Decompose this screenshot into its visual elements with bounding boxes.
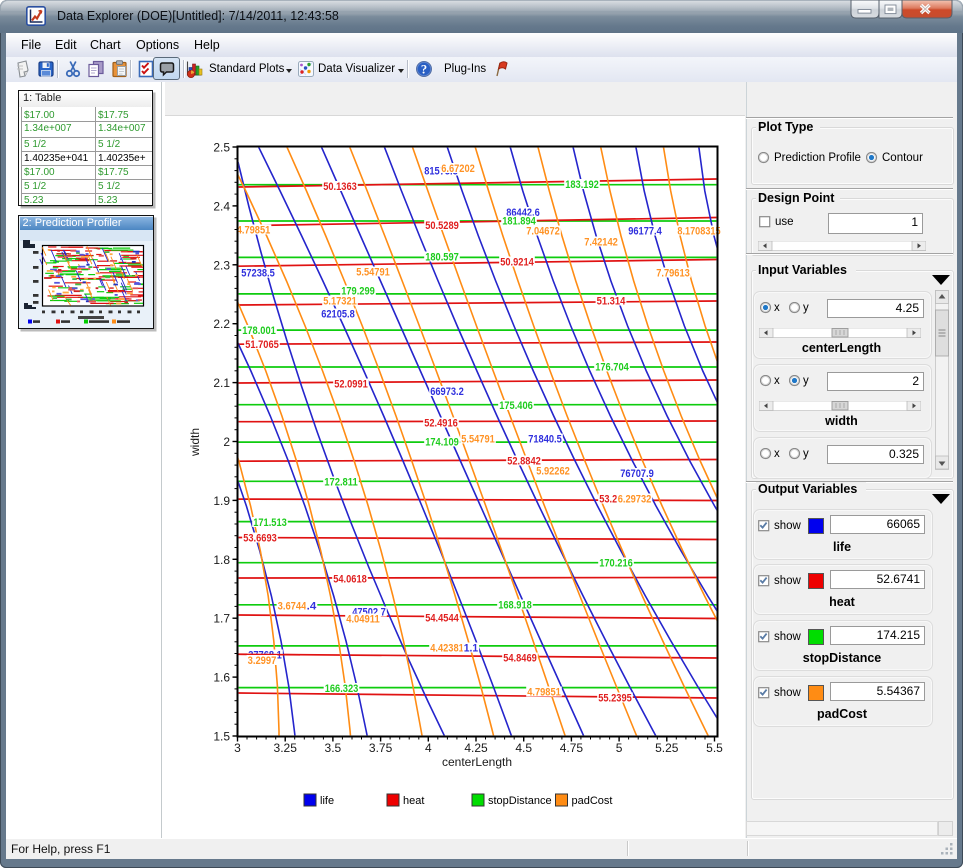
svg-text:7.42142: 7.42142 — [584, 237, 618, 249]
svg-text:.4: .4 — [307, 601, 318, 613]
svg-text:7.79613: 7.79613 — [656, 268, 690, 280]
svg-text:1.6: 1.6 — [213, 671, 230, 685]
svg-text:51.7065: 51.7065 — [245, 339, 279, 351]
svg-text:3: 3 — [234, 741, 241, 755]
svg-text:8.1708315: 8.1708315 — [677, 226, 720, 238]
svg-text:padCost: padCost — [572, 795, 613, 807]
svg-text:4.5: 4.5 — [515, 741, 532, 755]
svg-text:52.0991: 52.0991 — [334, 379, 368, 391]
svg-text:51.314: 51.314 — [597, 296, 627, 308]
svg-text:3.6744: 3.6744 — [278, 601, 308, 613]
svg-text:183.192: 183.192 — [565, 179, 599, 191]
svg-text:66973.2: 66973.2 — [430, 386, 464, 398]
svg-text:4.79851: 4.79851 — [237, 225, 271, 237]
svg-text:stopDistance: stopDistance — [488, 795, 552, 807]
svg-text:?: ? — [421, 63, 427, 77]
svg-text:172.811: 172.811 — [324, 477, 358, 489]
svg-text:1.9: 1.9 — [213, 494, 230, 508]
svg-text:50.9214: 50.9214 — [500, 257, 534, 269]
svg-text:2.2: 2.2 — [213, 317, 230, 331]
svg-text:3.5: 3.5 — [325, 741, 342, 755]
svg-text:2.1: 2.1 — [213, 376, 230, 390]
svg-text:175.406: 175.406 — [499, 400, 533, 412]
svg-text:178.001: 178.001 — [242, 325, 276, 337]
svg-text:170.216: 170.216 — [599, 558, 633, 570]
svg-text:174.109: 174.109 — [425, 437, 459, 449]
svg-text:1.1: 1.1 — [464, 643, 478, 655]
svg-text:57238.5: 57238.5 — [241, 268, 275, 280]
svg-text:centerLength: centerLength — [442, 755, 512, 769]
svg-text:5.54791: 5.54791 — [461, 434, 495, 446]
svg-text:5.25: 5.25 — [655, 741, 679, 755]
svg-text:52.4916: 52.4916 — [424, 418, 458, 430]
svg-text:4.42381: 4.42381 — [430, 643, 464, 655]
svg-text:6.29732: 6.29732 — [618, 494, 652, 506]
svg-text:1.8: 1.8 — [213, 553, 230, 567]
svg-text:5: 5 — [616, 741, 623, 755]
svg-text:2.4: 2.4 — [213, 199, 230, 213]
svg-text:life: life — [320, 795, 334, 807]
svg-text:171.513: 171.513 — [253, 517, 287, 529]
svg-text:54.4544: 54.4544 — [425, 613, 459, 625]
svg-text:2.3: 2.3 — [213, 258, 230, 272]
svg-text:54.0618: 54.0618 — [333, 574, 367, 586]
svg-text:3.25: 3.25 — [274, 741, 298, 755]
svg-text:50.1363: 50.1363 — [323, 181, 357, 193]
svg-text:96177.4: 96177.4 — [628, 226, 662, 238]
svg-text:180.597: 180.597 — [425, 252, 459, 264]
svg-text:4: 4 — [425, 741, 432, 755]
svg-text:2: 2 — [223, 435, 230, 449]
svg-text:54.8469: 54.8469 — [503, 653, 537, 665]
svg-text:7.04672: 7.04672 — [526, 226, 560, 238]
svg-text:176.704: 176.704 — [595, 362, 629, 374]
svg-text:4.75: 4.75 — [560, 741, 584, 755]
svg-text:76707.9: 76707.9 — [620, 468, 654, 480]
svg-text:5.17321: 5.17321 — [323, 296, 357, 308]
svg-text:71840.5: 71840.5 — [528, 434, 562, 446]
svg-text:53.6693: 53.6693 — [243, 533, 277, 545]
svg-text:heat: heat — [403, 795, 424, 807]
svg-text:50.5289: 50.5289 — [425, 220, 459, 232]
svg-text:3.75: 3.75 — [369, 741, 393, 755]
svg-text:5.92262: 5.92262 — [536, 466, 570, 478]
svg-text:width: width — [188, 428, 202, 457]
svg-text:3.2997: 3.2997 — [248, 655, 277, 667]
svg-text:1.5: 1.5 — [213, 730, 230, 744]
svg-text:4.25: 4.25 — [464, 741, 488, 755]
svg-text:6.67202: 6.67202 — [441, 163, 475, 175]
svg-text:2.5: 2.5 — [213, 141, 230, 155]
svg-text:4.04911: 4.04911 — [346, 614, 380, 626]
svg-text:1.7: 1.7 — [213, 612, 230, 626]
svg-text:4.79851: 4.79851 — [527, 687, 561, 699]
svg-text:55.2395: 55.2395 — [598, 693, 632, 705]
svg-text:5.54791: 5.54791 — [356, 267, 390, 279]
svg-text:62105.8: 62105.8 — [321, 309, 355, 321]
svg-text:168.918: 168.918 — [498, 600, 532, 612]
svg-text:166.323: 166.323 — [325, 683, 359, 695]
svg-text:5.5: 5.5 — [706, 741, 723, 755]
